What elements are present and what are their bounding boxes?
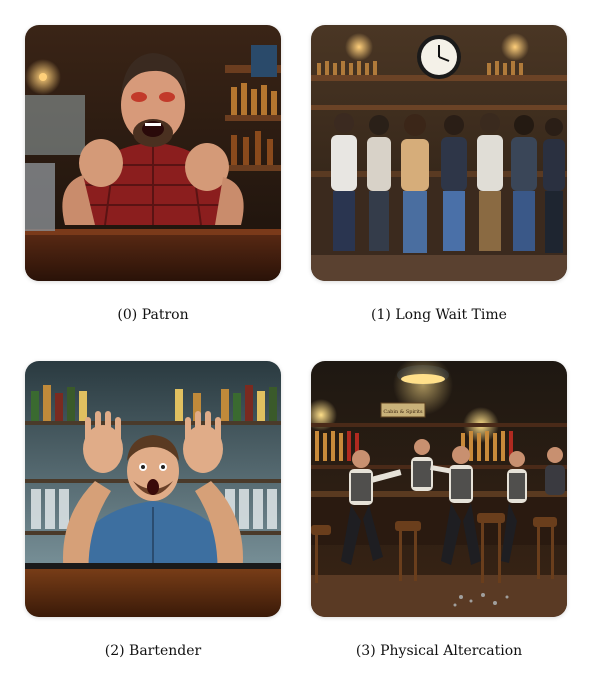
panel-long-wait-time: (1) Long Wait Time (311, 25, 569, 323)
caption-bartender: (2) Bartender (104, 643, 202, 659)
patron-image (25, 25, 281, 281)
panel-patron: (0) Patron (25, 25, 283, 323)
bar-sign-text: Cabin & Spirits (383, 409, 423, 415)
long-wait-time-image (311, 25, 567, 281)
caption-physical-altercation: (3) Physical Altercation (355, 643, 523, 659)
panel-bartender: (2) Bartender (25, 361, 283, 659)
panel-physical-altercation: Cabin & Spirits (3) Physical Altercation (311, 361, 569, 659)
caption-patron: (0) Patron (117, 307, 189, 323)
bartender-image (25, 361, 281, 617)
physical-altercation-image: Cabin & Spirits (311, 361, 567, 617)
image-grid: (0) Patron (1) Long Wait Time (2) Barten… (0, 0, 592, 692)
caption-long-wait-time: (1) Long Wait Time (371, 307, 507, 323)
